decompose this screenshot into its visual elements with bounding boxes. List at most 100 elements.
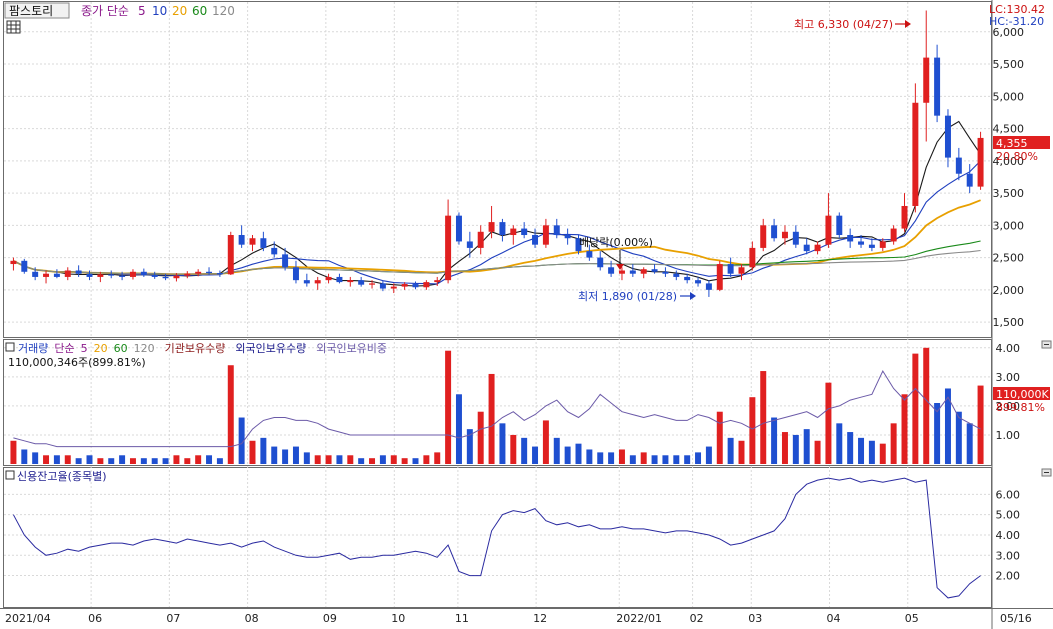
volume-bar (716, 411, 723, 464)
ma-label: 종가 단순 (81, 4, 129, 18)
volume-summary: 110,000,346주(899.81%) (8, 356, 146, 369)
volume-bar (749, 397, 756, 464)
volume-bar (401, 458, 408, 464)
volume-panel-close-button[interactable] (1041, 340, 1052, 349)
volume-bar (836, 423, 843, 464)
down-arrow-icon (616, 264, 624, 270)
x-axis: 2021/04 06 07 08 09 10 11 12 2022/01 02 03 04 05 05/1… (5, 612, 1032, 625)
volume-bar (727, 437, 734, 464)
volume-legend-label: 120 (134, 342, 155, 355)
volume-bar (390, 455, 397, 464)
x-tick-label: 05/16 (1000, 612, 1032, 625)
volume-bar (206, 455, 213, 464)
low-annotation-text: 최저 1,890 (01/28) (578, 290, 677, 303)
volume-bar (553, 437, 560, 464)
price-tick-label: 4,500 (993, 123, 1025, 136)
candle-body (477, 231, 484, 248)
candle-body (923, 57, 930, 103)
dividend-annotation-text: 배당락(0.00%) (579, 236, 653, 249)
volume-bar (260, 437, 267, 464)
high-annotation: 최고 6,330 (04/27) (794, 18, 911, 31)
candle-body (401, 284, 408, 287)
volume-bar (966, 423, 973, 464)
candle-body (97, 274, 104, 277)
candlesticks (10, 10, 984, 297)
volume-legend-label: 거래량 (18, 342, 48, 355)
candle-body (684, 276, 691, 281)
ma-period-5: 5 (138, 4, 146, 18)
price-tick-label: 3,500 (993, 187, 1025, 200)
price-tick-label: 5,500 (993, 58, 1025, 71)
candle-body (814, 244, 821, 252)
volume-legend-label: 60 (114, 342, 128, 355)
volume-bar (325, 455, 332, 464)
candle-body (43, 273, 50, 277)
volume-bar (858, 437, 865, 464)
volume-bar (521, 437, 528, 464)
volume-bar (119, 455, 126, 464)
volume-bar (912, 353, 919, 464)
candle-body (662, 271, 669, 274)
volume-bar (347, 455, 354, 464)
credit-ratio-polyline (12, 477, 981, 599)
candle-body (966, 173, 973, 187)
volume-legend-label: 외국인보유수량 (235, 342, 306, 355)
credit-title: 신용잔고율(종목별) (17, 470, 107, 483)
volume-tick-label: 3.00 (996, 371, 1021, 384)
candle-body (695, 280, 702, 284)
candle-body (314, 280, 321, 284)
price-tick-label: 2,500 (993, 252, 1025, 265)
candle-body (140, 271, 147, 276)
credit-panel-close-button[interactable] (1041, 468, 1052, 477)
candle-body (858, 241, 865, 245)
volume-bar (151, 458, 158, 464)
candle-body (227, 235, 234, 275)
volume-legend: 거래량 단순 5 20 60 120 기관보유수량 외국인보유수량 외국인보유비중 (5, 342, 387, 355)
volume-bar (890, 423, 897, 464)
volume-bar (108, 458, 115, 464)
volume-bar (629, 455, 636, 464)
candle-body (119, 275, 126, 277)
volume-bar (781, 432, 788, 464)
volume-bar (510, 434, 517, 464)
credit-tick-label: 5.00 (996, 509, 1021, 522)
candle-body (521, 228, 528, 236)
candle-body (792, 231, 799, 245)
candle-body (216, 273, 223, 275)
candle-body (249, 238, 256, 245)
ma-line-10 (13, 160, 981, 285)
candle-body (749, 247, 756, 268)
x-tick-label: 07 (166, 612, 180, 625)
volume-bar (140, 458, 147, 464)
volume-bar (184, 458, 191, 464)
volume-bar (173, 455, 180, 464)
candle-body (586, 251, 593, 258)
current-price: 4,355 (996, 137, 1028, 150)
change-pct: 20.80% (996, 150, 1038, 163)
price-y-axis: 6,0005,5005,0004,5004,0003,5003,0002,500… (993, 26, 1025, 329)
volume-bar (684, 455, 691, 464)
volume-pct: 899.81% (996, 401, 1045, 414)
credit-tick-label: 4.00 (996, 529, 1021, 542)
volume-bar (564, 446, 571, 464)
price-tick-label: 2,000 (993, 284, 1025, 297)
candle-body (510, 228, 517, 236)
volume-bar (760, 371, 767, 464)
volume-bar (358, 458, 365, 464)
x-tick-label: 04 (827, 612, 841, 625)
stock-chart[interactable]: 6,0005,5005,0004,5004,0003,5003,0002,500… (0, 0, 1053, 629)
moving-average-lines (12, 120, 982, 287)
volume-bar (455, 394, 462, 464)
volume-bar (597, 452, 604, 464)
candle-body (64, 270, 71, 277)
x-tick-label: 2022/01 (616, 612, 662, 625)
grid (4, 2, 991, 607)
volume-bar (43, 455, 50, 464)
credit-y-axis: 6.00 5.00 4.00 3.00 2.00 (996, 488, 1021, 582)
candle-body (412, 284, 419, 288)
candle-body (455, 215, 462, 242)
candle-body (868, 244, 875, 248)
volume-bar (336, 455, 343, 464)
grid-table-icon[interactable] (6, 20, 21, 34)
volume-bar (705, 446, 712, 464)
